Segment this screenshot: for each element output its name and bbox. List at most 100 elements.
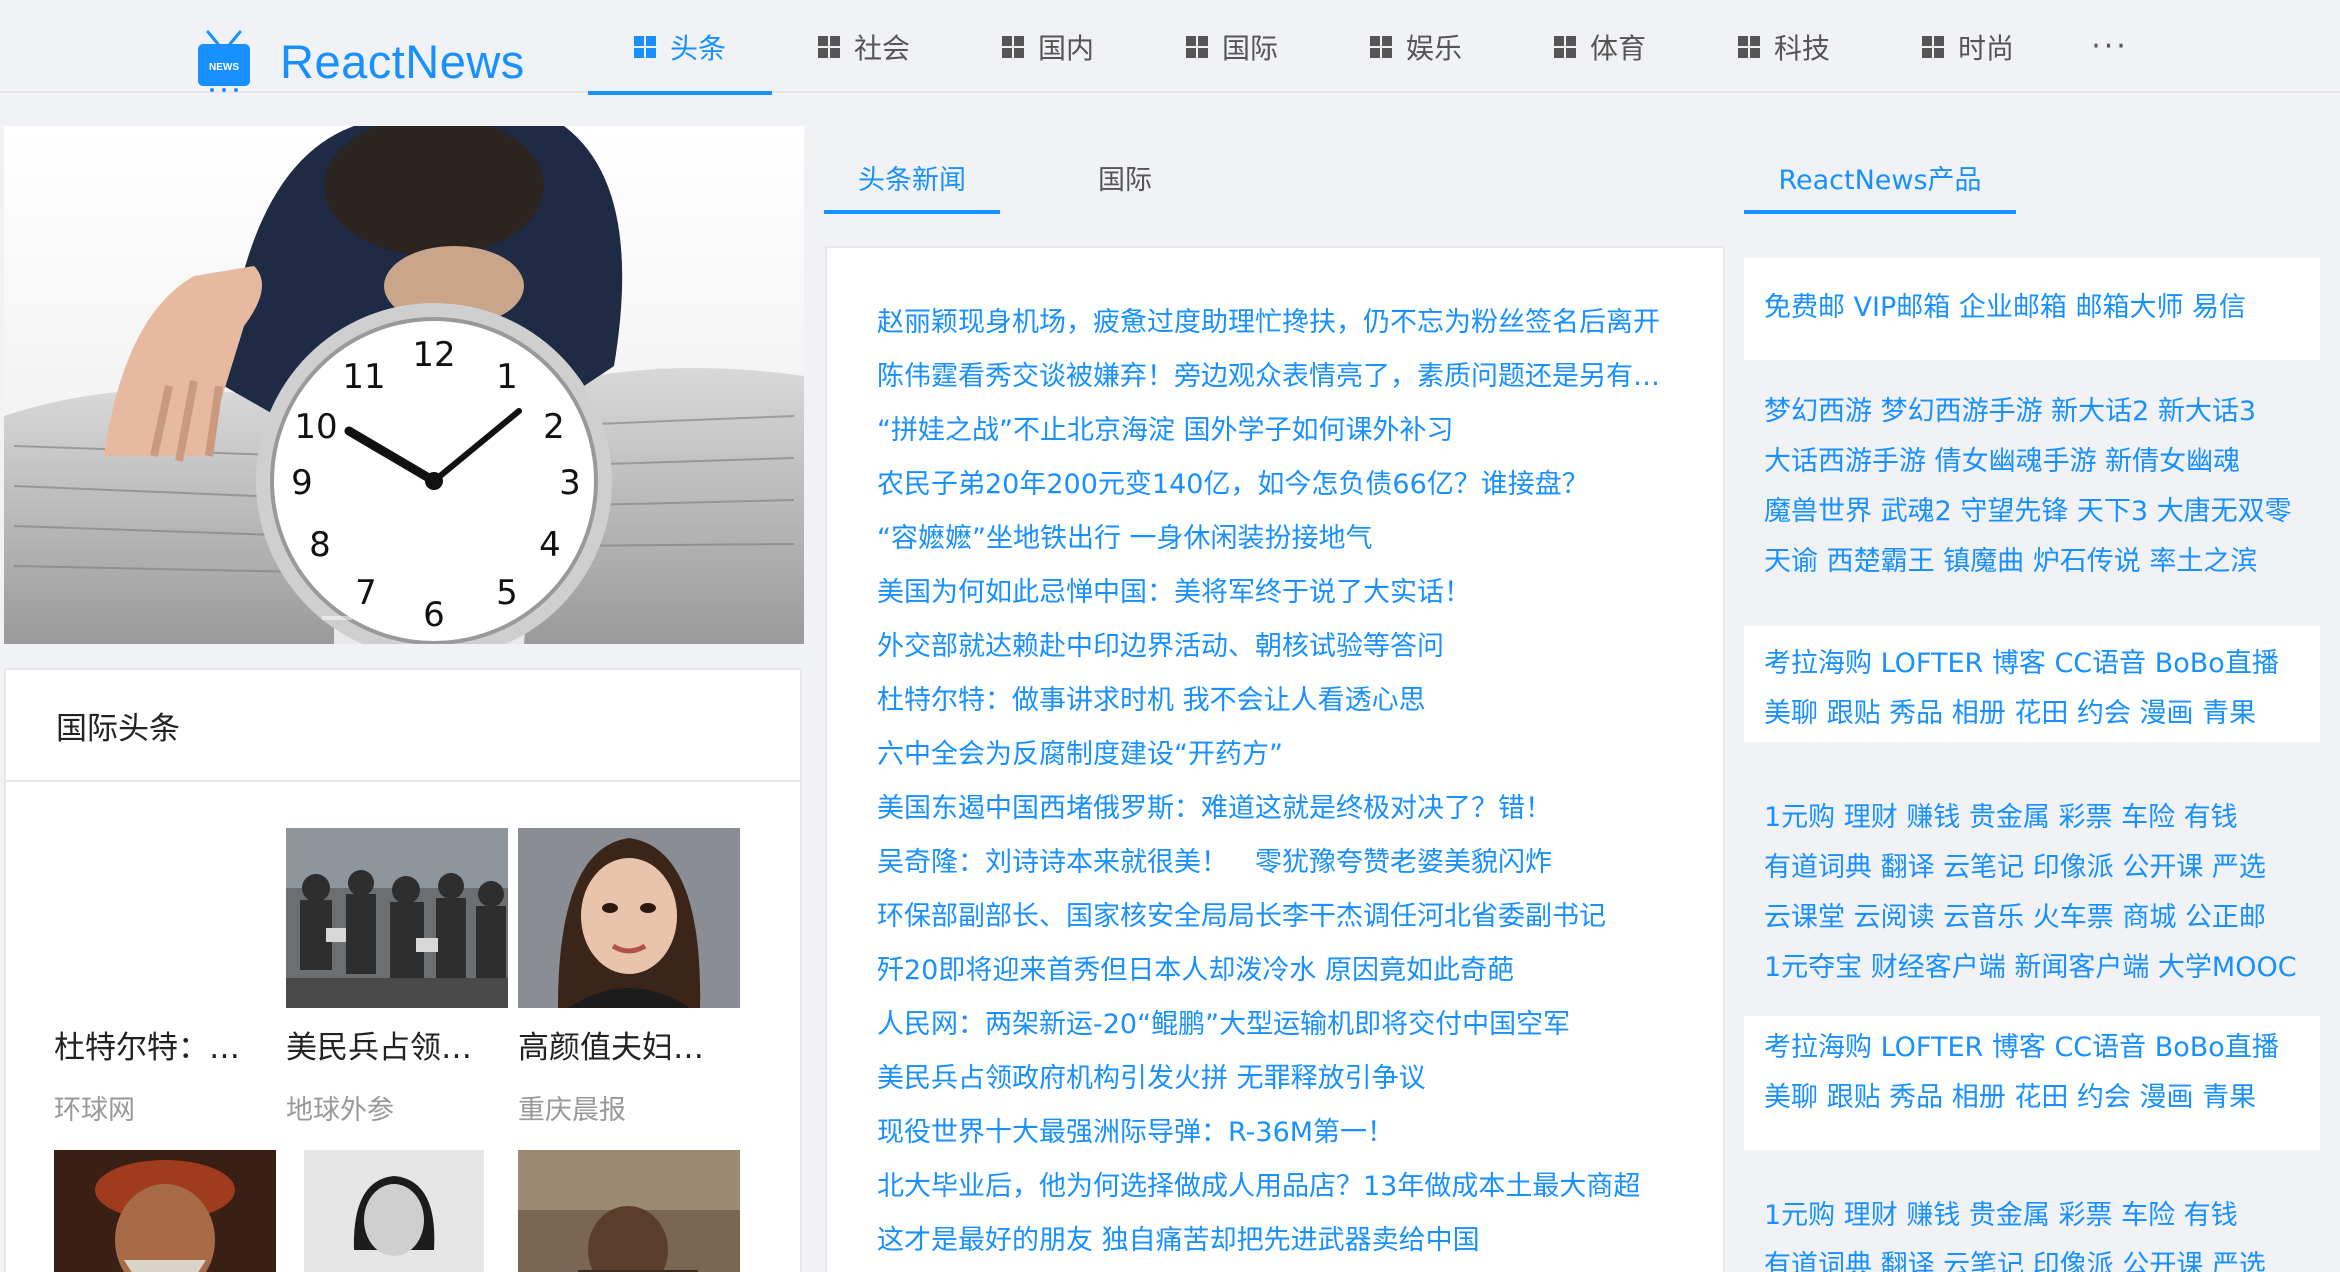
svg-text:12: 12 (412, 335, 455, 375)
svg-text:9: 9 (291, 463, 313, 503)
news-card-title[interactable]: 美民兵占领… (286, 1022, 496, 1067)
middle-tabs: 头条新闻 国际 (824, 140, 1250, 214)
product-links[interactable]: 1元夺宝 财经客户端 新闻客户端 大学MOOC (1764, 948, 2324, 988)
product-links[interactable]: 天谕 西楚霸王 镇魔曲 炉石传说 率土之滨 (1764, 542, 2324, 582)
news-link[interactable]: 六中全会为反腐制度建设“开药方” (877, 736, 1697, 774)
news-card-source: 重庆晨报 (518, 1095, 626, 1126)
news-photo (518, 1150, 740, 1272)
tab-international[interactable]: 国际 (1000, 140, 1250, 214)
svg-text:8: 8 (309, 525, 331, 565)
grid-icon (1737, 35, 1760, 58)
carousel-dots (322, 616, 404, 620)
grid-icon (1369, 35, 1392, 58)
news-photo (54, 1150, 276, 1272)
nav-item-yule[interactable]: 娱乐 (1324, 0, 1508, 93)
news-link[interactable]: 杜特尔特：做事讲求时机 我不会让人看透心思 (877, 682, 1697, 720)
product-links[interactable]: 考拉海购 LOFTER 博客 CC语音 BoBo直播 (1764, 1028, 2324, 1068)
news-link[interactable]: 环保部副部长、国家核安全局局长李干杰调任河北省委副书记 (877, 898, 1697, 936)
svg-text:11: 11 (342, 357, 385, 397)
top-nav: 头条 社会 国内 国际 娱乐 体育 科技 时尚 ··· (588, 0, 2160, 95)
news-link[interactable]: “容嬷嬷”坐地铁出行 一身休闲装扮接地气 (877, 520, 1697, 558)
svg-text:1: 1 (496, 357, 518, 397)
news-link[interactable]: 陈伟霆看秀交谈被嫌弃！旁边观众表情亮了，素质问题还是另有… (877, 358, 1697, 396)
svg-text:6: 6 (423, 595, 445, 635)
carousel[interactable]: 12 1 2 3 45 6 78 9 10 11 (4, 126, 804, 644)
product-links[interactable]: 有道词典 翻译 云笔记 印像派 公开课 严选 (1764, 1246, 2320, 1272)
logo[interactable]: NEWS ReactNews (196, 28, 525, 94)
carousel-image: 12 12 3 45 6 78 9 1011 (4, 126, 804, 644)
product-group: 1元购 理财 赚钱 贵金属 彩票 车险 有钱 有道词典 翻译 云笔记 印像派 公… (1744, 780, 2320, 1000)
news-thumb-6[interactable] (518, 1150, 740, 1272)
product-links[interactable]: 1元购 理财 赚钱 贵金属 彩票 车险 有钱 (1764, 798, 2324, 838)
nav-item-guoji[interactable]: 国际 (1140, 0, 1324, 93)
svg-text:10: 10 (294, 407, 337, 447)
nav-item-shishang[interactable]: 时尚 (1876, 0, 2060, 93)
news-card-title[interactable]: 杜特尔特：… (54, 1022, 264, 1067)
news-thumb-3[interactable] (518, 828, 740, 1008)
news-card-source: 地球外参 (286, 1095, 394, 1126)
news-link[interactable]: 赵丽颖现身机场，疲惫过度助理忙搀扶，仍不忘为粉丝签名后离开 (877, 304, 1697, 342)
product-group: 1元购 理财 赚钱 贵金属 彩票 车险 有钱 有道词典 翻译 云笔记 印像派 公… (1744, 1178, 2320, 1272)
news-photo (304, 1150, 484, 1272)
news-link[interactable]: 吴奇隆：刘诗诗本来就很美！ 零犹豫夸赞老婆美貌闪炸 (877, 844, 1697, 882)
svg-text:3: 3 (559, 463, 581, 503)
news-link[interactable]: 美国为何如此忌惮中国：美将军终于说了大实话！ (877, 574, 1697, 612)
nav-item-tiyu[interactable]: 体育 (1508, 0, 1692, 93)
international-title: 国际头条 (6, 670, 800, 782)
news-card-source: 环球网 (54, 1095, 135, 1126)
nav-item-keji[interactable]: 科技 (1692, 0, 1876, 93)
nav-label: 体育 (1589, 31, 1646, 65)
product-links[interactable]: 梦幻西游 梦幻西游手游 新大话2 新大话3 (1764, 392, 2324, 432)
news-link[interactable]: 北大毕业后，他为何选择做成人用品店？13年做成本土最大商超 (877, 1168, 1697, 1206)
nav-label: 国内 (1037, 31, 1094, 65)
nav-label: 头条 (669, 31, 726, 65)
news-photo (518, 828, 740, 1008)
news-thumb-5[interactable] (304, 1150, 484, 1272)
news-link[interactable]: 人民网：两架新运-20“鲲鹏”大型运输机即将交付中国空军 (877, 1006, 1697, 1044)
news-link[interactable]: 歼20即将迎来首秀但日本人却泼冷水 原因竟如此奇葩 (877, 952, 1697, 990)
product-links[interactable]: 1元购 理财 赚钱 贵金属 彩票 车险 有钱 (1764, 1196, 2320, 1236)
svg-text:2: 2 (543, 407, 565, 447)
nav-more-button[interactable]: ··· (2060, 0, 2160, 93)
product-links[interactable]: 美聊 跟贴 秀品 相册 花田 约会 漫画 青果 (1764, 694, 2324, 734)
product-group: 考拉海购 LOFTER 博客 CC语音 BoBo直播 美聊 跟贴 秀品 相册 花… (1744, 1016, 2320, 1150)
grid-icon (1921, 35, 1944, 58)
news-thumb-2[interactable] (286, 828, 508, 1008)
news-link[interactable]: 这才是最好的朋友 独自痛苦却把先进武器卖给中国 (877, 1222, 1697, 1260)
product-group: 免费邮 VIP邮箱 企业邮箱 邮箱大师 易信 (1744, 258, 2320, 360)
product-links[interactable]: 云课堂 云阅读 云音乐 火车票 商城 公正邮 (1764, 898, 2324, 938)
nav-label: 社会 (853, 31, 910, 65)
product-links[interactable]: 大话西游手游 倩女幽魂手游 新倩女幽魂 (1764, 442, 2324, 482)
product-group: 梦幻西游 梦幻西游手游 新大话2 新大话3 大话西游手游 倩女幽魂手游 新倩女幽… (1744, 372, 2320, 620)
nav-item-guonei[interactable]: 国内 (956, 0, 1140, 93)
grid-icon (1185, 35, 1208, 58)
product-links[interactable]: 考拉海购 LOFTER 博客 CC语音 BoBo直播 (1764, 644, 2324, 684)
product-links[interactable]: 魔兽世界 武魂2 守望先锋 天下3 大唐无双零 (1764, 492, 2324, 532)
tv-icon: NEWS (198, 30, 250, 92)
nav-item-shehui[interactable]: 社会 (772, 0, 956, 93)
news-card-title[interactable]: 高颜值夫妇… (518, 1022, 728, 1067)
news-thumb-4[interactable] (54, 1150, 276, 1272)
news-link[interactable]: 美民兵占领政府机构引发火拼 无罪释放引争议 (877, 1060, 1697, 1098)
grid-icon (1001, 35, 1024, 58)
logo-badge: NEWS (209, 62, 239, 73)
news-list: 赵丽颖现身机场，疲惫过度助理忙搀扶，仍不忘为粉丝签名后离开 陈伟霆看秀交谈被嫌弃… (825, 246, 1725, 1272)
product-links[interactable]: 免费邮 VIP邮箱 企业邮箱 邮箱大师 易信 (1764, 288, 2324, 328)
page: NEWS ReactNews 头条 社会 国内 国际 娱乐 体育 科技 时尚 ·… (0, 0, 2340, 1272)
carousel-dot[interactable] (322, 616, 352, 620)
product-group: 考拉海购 LOFTER 博客 CC语音 BoBo直播 美聊 跟贴 秀品 相册 花… (1744, 626, 2320, 742)
nav-label: 娱乐 (1405, 31, 1462, 65)
news-link[interactable]: 外交部就达赖赴中印边界活动、朝核试验等答问 (877, 628, 1697, 666)
news-link[interactable]: 农民子弟20年200元变140亿，如今怎负债66亿？谁接盘？ (877, 466, 1697, 504)
tab-products[interactable]: ReactNews产品 (1744, 140, 2016, 214)
nav-label: 时尚 (1957, 31, 2014, 65)
product-links[interactable]: 有道词典 翻译 云笔记 印像派 公开课 严选 (1764, 848, 2324, 888)
tab-headline-news[interactable]: 头条新闻 (824, 140, 1000, 214)
nav-item-toutiao[interactable]: 头条 (588, 0, 772, 95)
carousel-dot-active[interactable] (358, 616, 404, 620)
product-links[interactable]: 美聊 跟贴 秀品 相册 花田 约会 漫画 青果 (1764, 1078, 2324, 1118)
news-link[interactable]: 美国东遏中国西堵俄罗斯：难道这就是终极对决了？错！ (877, 790, 1697, 828)
news-link[interactable]: “拼娃之战”不止北京海淀 国外学子如何课外补习 (877, 412, 1697, 450)
news-link[interactable]: 现役世界十大最强洲际导弹：R-36M第一！ (877, 1114, 1697, 1152)
news-photo (286, 828, 508, 1008)
